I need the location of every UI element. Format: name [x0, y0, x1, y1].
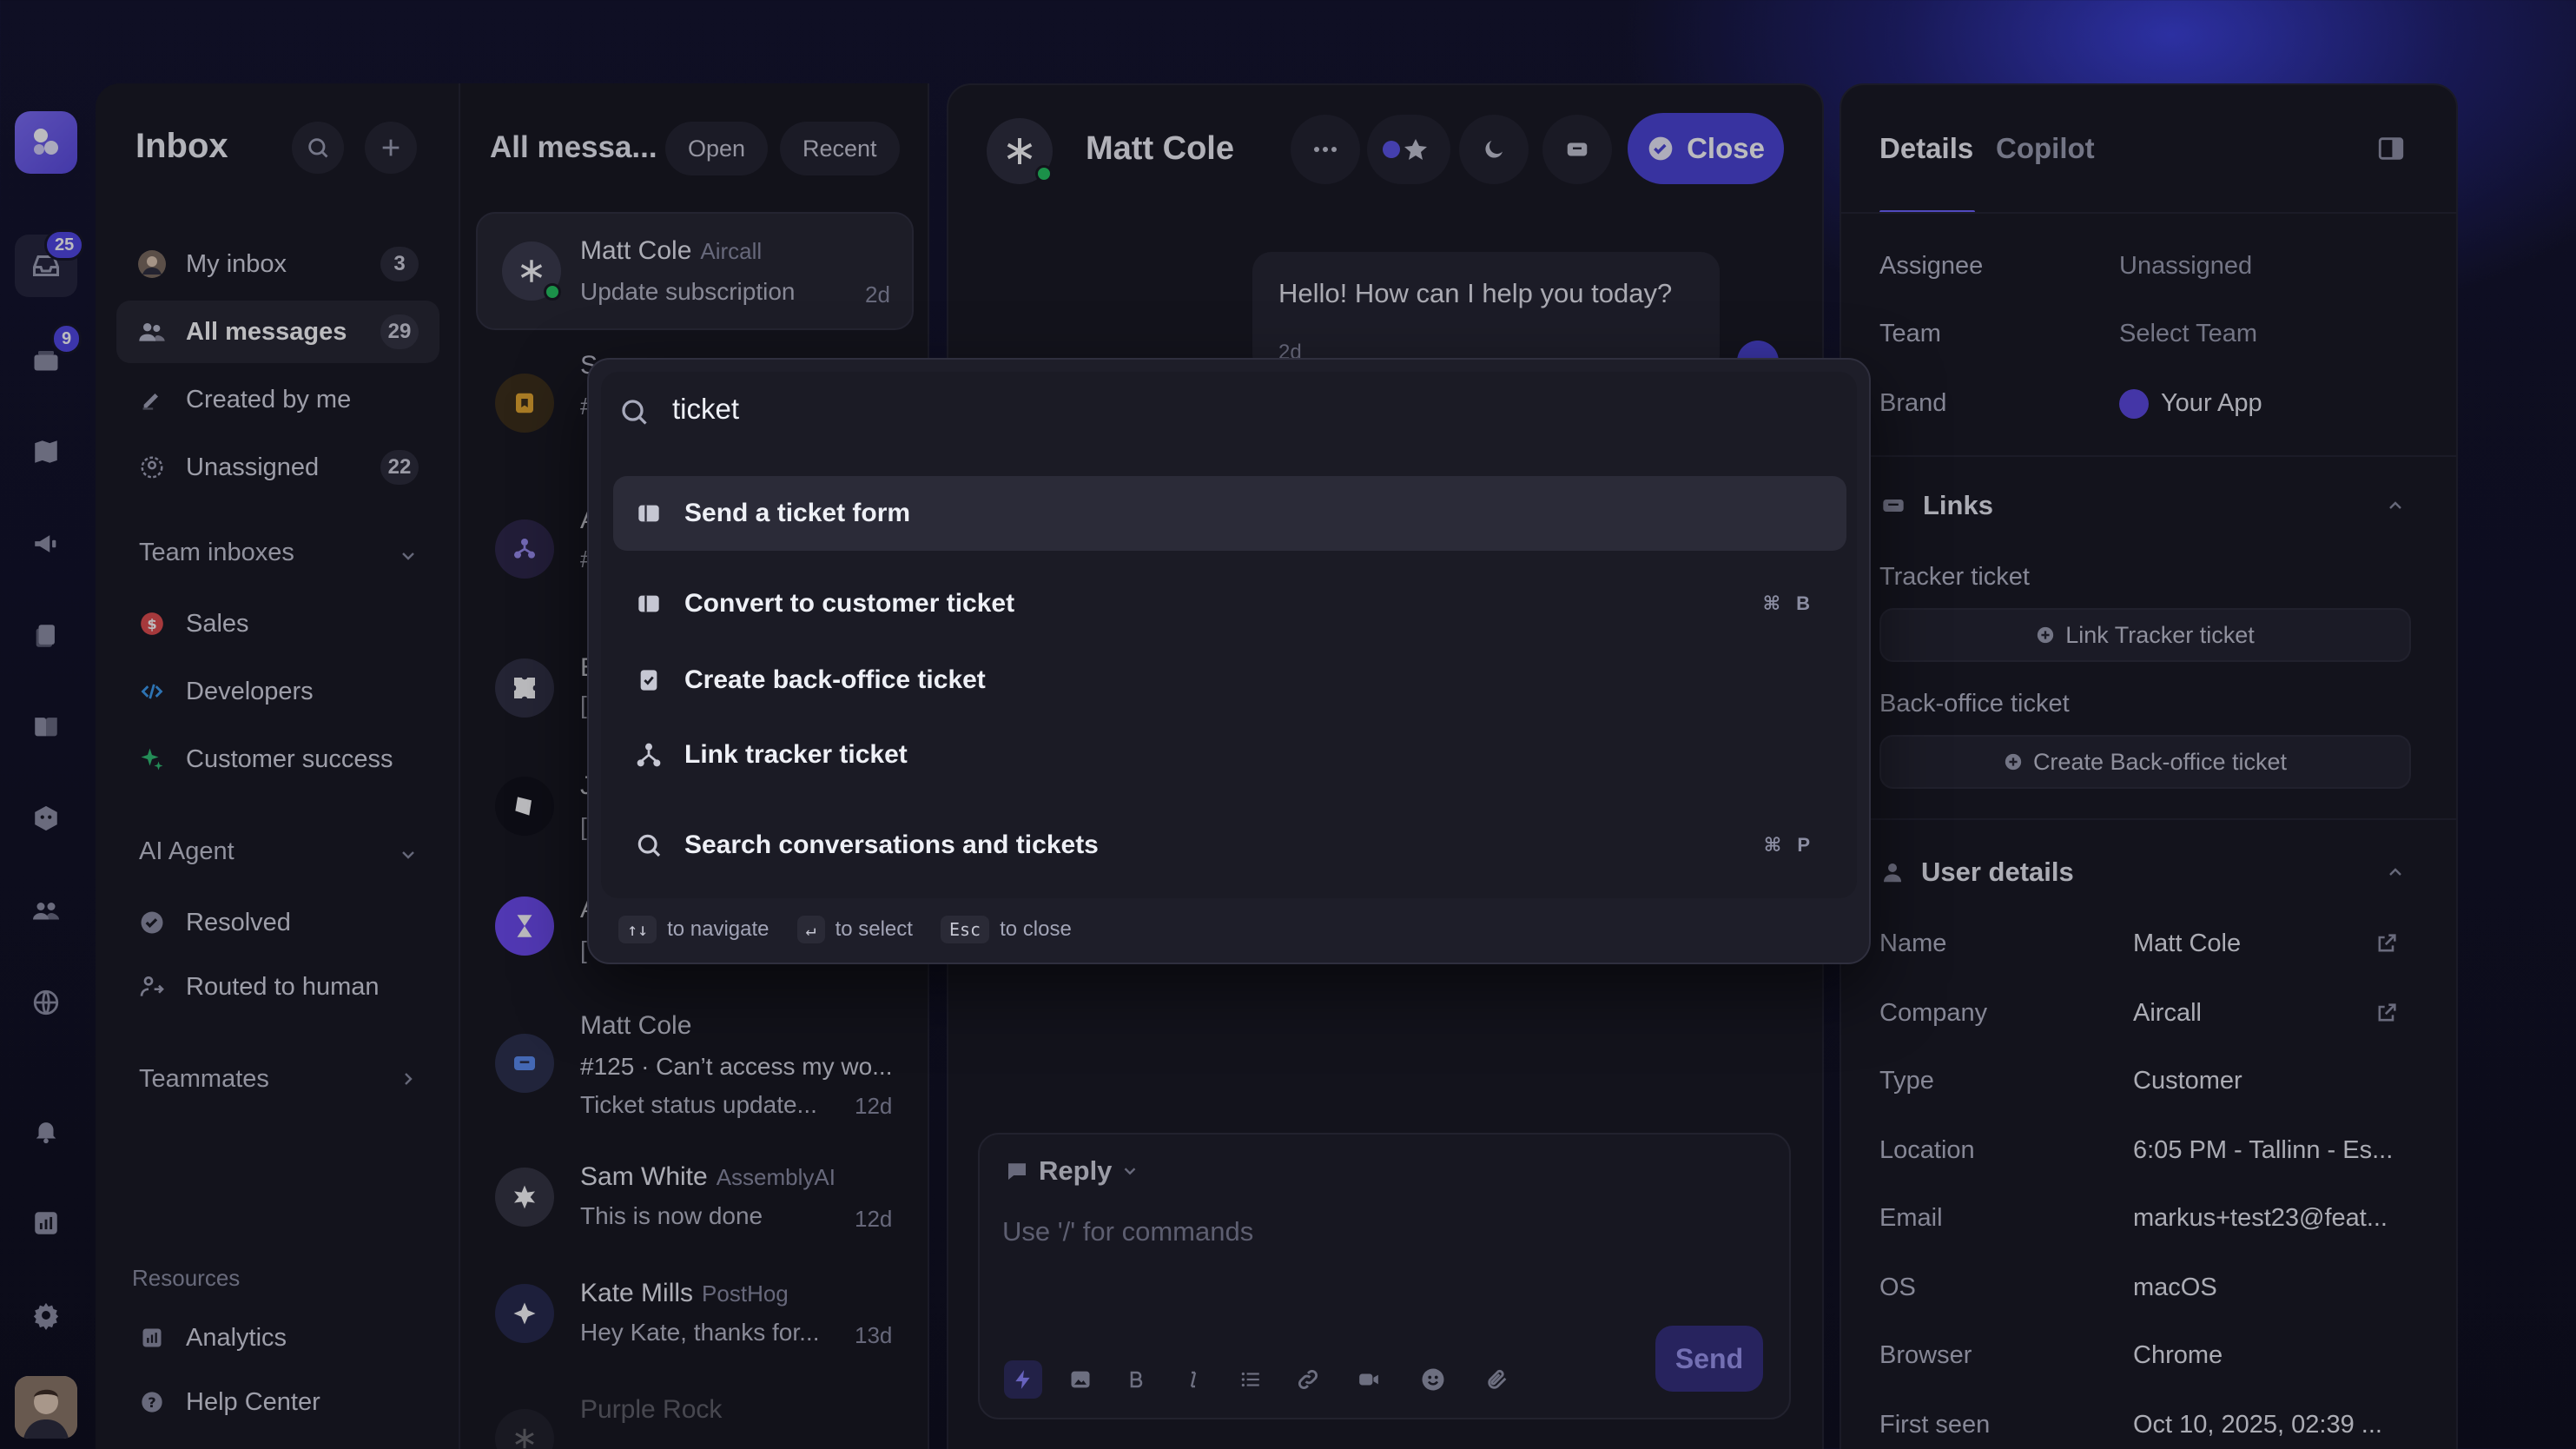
search-icon [622, 400, 647, 425]
select-key: ↵ [796, 916, 825, 943]
command-label: Create back-office ticket [684, 665, 986, 694]
command-send-ticket-form[interactable]: Send a ticket form [613, 476, 1846, 551]
close-key: Esc [940, 916, 990, 943]
keyboard-shortcut: ⌘ B [1762, 592, 1815, 614]
command-palette-footer: ↑↓ to navigate ↵ to select Esc to close [618, 916, 1072, 943]
backoffice-ticket-icon [634, 665, 664, 695]
ticket-icon [634, 499, 664, 528]
keyboard-shortcut: ⌘ P [1763, 834, 1815, 856]
ticket-icon [634, 589, 664, 619]
command-search-conversations[interactable]: Search conversations and tickets ⌘ P [613, 808, 1846, 883]
navigate-hint: to navigate [667, 917, 769, 941]
search-icon [634, 830, 664, 860]
command-convert-customer-ticket[interactable]: Convert to customer ticket ⌘ B [613, 566, 1846, 641]
command-label: Convert to customer ticket [684, 589, 1015, 618]
command-label: Send a ticket form [684, 499, 911, 527]
command-label: Search conversations and tickets [684, 830, 1099, 859]
close-hint: to close [1000, 917, 1072, 941]
navigate-key: ↑↓ [618, 916, 657, 943]
command-create-backoffice-ticket[interactable]: Create back-office ticket [613, 643, 1846, 718]
command-link-tracker-ticket[interactable]: Link tracker ticket [613, 718, 1846, 792]
command-label: Link tracker ticket [684, 740, 908, 769]
command-search-input[interactable]: ticket [672, 393, 739, 426]
select-hint: to select [835, 917, 913, 941]
network-icon [634, 740, 664, 770]
